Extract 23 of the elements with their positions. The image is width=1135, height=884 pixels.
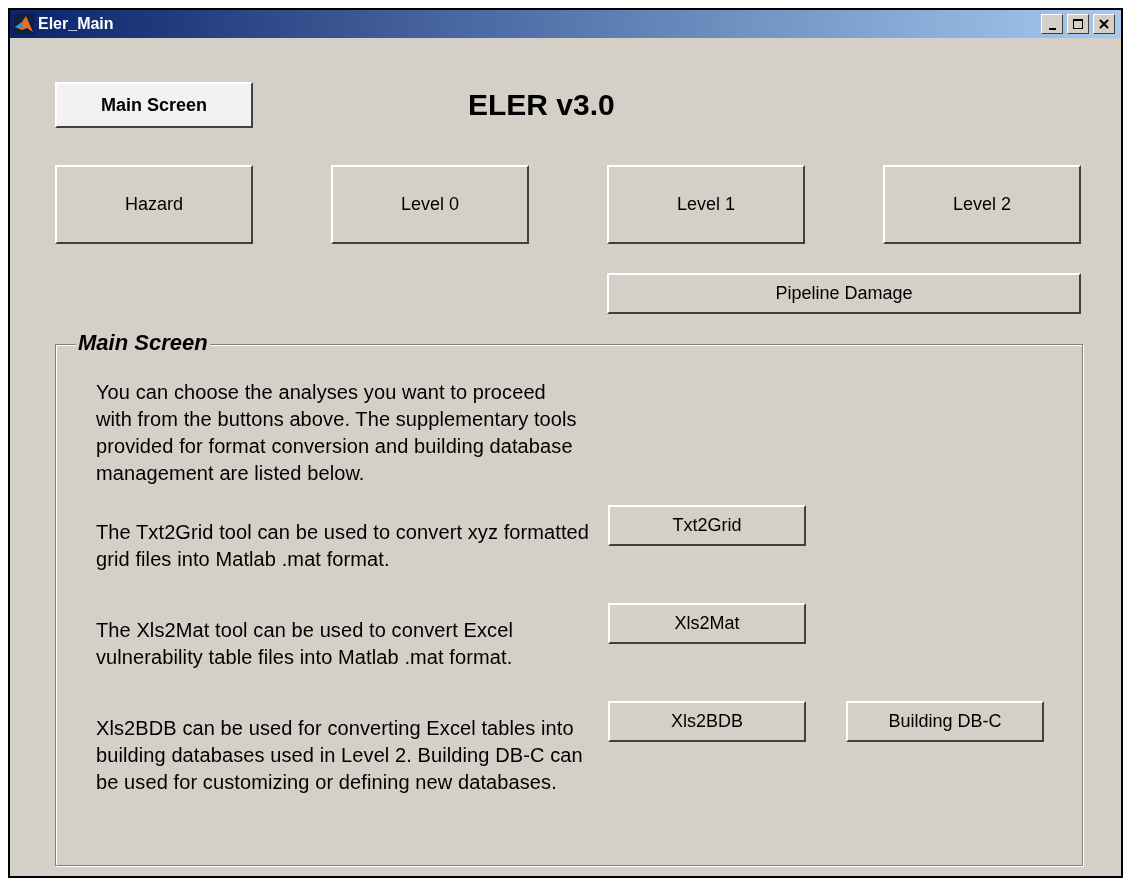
close-icon	[1098, 18, 1110, 30]
tool-button[interactable]: Xls2BDB	[608, 701, 806, 742]
tool-description: The Txt2Grid tool can be used to convert xyz formatted grid files into Matlab .mat format.	[96, 520, 591, 572]
app-icon	[14, 14, 34, 34]
tool-button[interactable]: Txt2Grid	[608, 505, 806, 546]
maximize-icon	[1072, 18, 1084, 30]
minimize-button[interactable]	[1041, 14, 1063, 34]
tool-button[interactable]: Building DB-C	[846, 701, 1044, 742]
analysis-button[interactable]: Level 2	[883, 165, 1081, 244]
pipeline-damage-button[interactable]: Pipeline Damage	[607, 273, 1081, 314]
analysis-button[interactable]: Hazard	[55, 165, 253, 244]
maximize-button[interactable]	[1067, 14, 1089, 34]
tool-description: Xls2BDB can be used for converting Excel tables into building databases used in Level 2. Building DB-C can be used for customizing or defining new databases.	[96, 716, 584, 795]
window-title: Eler_Main	[38, 15, 115, 33]
main-screen-button[interactable]: Main Screen	[55, 82, 253, 128]
analysis-button[interactable]: Level 0	[331, 165, 529, 244]
tool-description: The Xls2Mat tool can be used to convert Excel vulnerability table files into Matlab .mat format.	[96, 618, 514, 670]
analysis-button[interactable]: Level 1	[607, 165, 805, 244]
intro-text: You can choose the analyses you want to proceed with from the buttons above. The supplementary tools provided for format conversion and building database management are listed below.	[96, 380, 578, 486]
tool-button[interactable]: Xls2Mat	[608, 603, 806, 644]
minimize-icon	[1048, 27, 1056, 30]
app-heading: ELER v3.0	[468, 88, 615, 122]
close-button[interactable]	[1093, 14, 1115, 34]
